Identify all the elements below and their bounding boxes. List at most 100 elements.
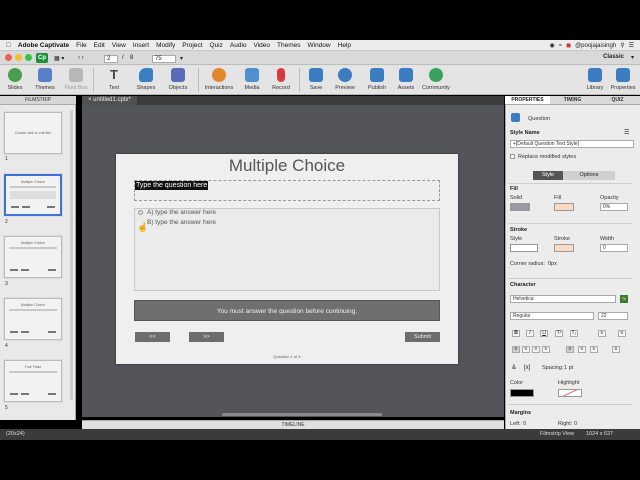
wifi-icon[interactable]: ≈ <box>559 43 562 49</box>
zoom-dropdown-icon[interactable]: ▾ <box>180 55 183 62</box>
save-button[interactable]: Save <box>301 68 331 91</box>
radio-icon[interactable] <box>138 210 143 215</box>
menu-insert[interactable]: Insert <box>133 42 149 49</box>
zoom-field[interactable]: 75 <box>152 55 176 63</box>
subtab-style[interactable]: Style <box>533 171 563 180</box>
style-menu-icon[interactable]: ☰ <box>624 129 629 136</box>
bullets-icon[interactable]: ≡ <box>598 330 606 337</box>
objects-button[interactable]: Objects <box>163 68 193 91</box>
link-icon[interactable]: & <box>512 365 516 371</box>
document-tab[interactable]: × untitled1.cptx* <box>82 96 137 105</box>
chevron-down-icon[interactable]: ▾ <box>631 54 634 61</box>
view-mode[interactable]: Filmstrip View <box>540 429 574 440</box>
slide-thumbnail-1[interactable]: Double click to edit title <box>4 112 62 154</box>
slide-thumbnail-3[interactable]: Multiple Choice <box>4 236 62 278</box>
tab-timing[interactable]: TIMING <box>550 96 595 104</box>
slides-button[interactable]: Slides <box>0 68 30 91</box>
minimize-window-icon[interactable] <box>15 54 22 61</box>
back-button[interactable]: << <box>135 332 170 342</box>
font-size-field[interactable]: 22 <box>598 312 628 320</box>
menu-themes[interactable]: Themes <box>277 42 300 49</box>
slide-title[interactable]: Multiple Choice <box>116 156 458 176</box>
margin-right-value[interactable]: 0 <box>574 421 577 427</box>
corner-radius-value[interactable]: 0px <box>548 261 557 267</box>
stroke-style-dropdown[interactable] <box>510 244 538 252</box>
menu-audio[interactable]: Audio <box>230 42 247 49</box>
apple-icon[interactable]:  <box>6 42 11 49</box>
insert-variable-icon[interactable]: [x] <box>524 365 530 371</box>
answer-b[interactable]: B) type the answer here <box>138 219 216 226</box>
fluid-box-button[interactable]: Fluid Box <box>61 68 91 91</box>
menu-modify[interactable]: Modify <box>156 42 175 49</box>
style-name-dropdown[interactable]: +[Default Question Text Style] <box>510 140 634 148</box>
library-button[interactable]: Library <box>580 68 610 91</box>
search-icon[interactable]: ⚲ <box>620 42 624 49</box>
font-family-dropdown[interactable]: Helvetica <box>510 295 616 303</box>
menu-video[interactable]: Video <box>254 42 271 49</box>
italic-icon[interactable]: I <box>526 330 534 337</box>
workspace-mode[interactable]: Classic <box>603 54 624 60</box>
fill-color-swatch[interactable] <box>554 203 574 211</box>
community-button[interactable]: Community <box>421 68 451 91</box>
shield-icon[interactable]: ◼ <box>566 42 571 49</box>
current-slide-field[interactable]: 2 <box>104 55 118 63</box>
stroke-color-swatch[interactable] <box>554 244 574 252</box>
spacing-value[interactable]: 1 pt <box>564 365 573 371</box>
menu-quiz[interactable]: Quiz <box>210 42 223 49</box>
close-window-icon[interactable] <box>5 54 12 61</box>
publish-button[interactable]: Publish <box>362 68 392 91</box>
answer-a[interactable]: A) type the answer here <box>138 209 216 216</box>
font-weight-dropdown[interactable]: Regular <box>510 312 594 320</box>
zoom-window-icon[interactable] <box>25 54 32 61</box>
themes-button[interactable]: Themes <box>30 68 60 91</box>
stage-scrollbar[interactable] <box>222 413 382 416</box>
typekit-icon[interactable]: Tk <box>620 295 628 303</box>
bold-icon[interactable]: B <box>512 330 520 337</box>
subtab-options[interactable]: Options <box>563 171 615 180</box>
incomplete-message[interactable]: You must answer the question before cont… <box>134 300 440 321</box>
menu-view[interactable]: View <box>112 42 126 49</box>
superscript-icon[interactable]: T² <box>555 330 563 337</box>
menu-edit[interactable]: Edit <box>94 42 105 49</box>
align-left-icon[interactable]: ≡ <box>512 346 520 353</box>
menu-file[interactable]: File <box>76 42 86 49</box>
assets-button[interactable]: Assets <box>391 68 421 91</box>
interactions-button[interactable]: Interactions <box>204 68 234 91</box>
text-button[interactable]: T Text <box>99 68 129 92</box>
question-counter[interactable]: Question 1 of 4 <box>116 354 458 359</box>
page-prev-icon[interactable]: ‹ › <box>78 55 84 61</box>
align-top-icon[interactable]: ≡ <box>566 346 574 353</box>
text-color-swatch[interactable] <box>510 389 534 397</box>
align-right-icon[interactable]: ≡ <box>532 346 540 353</box>
properties-button[interactable]: Properties <box>608 68 638 91</box>
numbering-icon[interactable]: ≡ <box>618 330 626 337</box>
media-button[interactable]: Media <box>237 68 267 91</box>
preview-button[interactable]: Preview <box>330 68 360 91</box>
shapes-button[interactable]: Shapes <box>131 68 161 91</box>
timeline-bar[interactable]: TIMELINE <box>82 420 504 429</box>
menu-list-icon[interactable]: ☰ <box>629 42 634 49</box>
record-button[interactable]: Record <box>266 68 296 91</box>
subscript-icon[interactable]: T₂ <box>570 330 578 337</box>
submit-button[interactable]: Submit <box>405 332 440 342</box>
tab-properties[interactable]: PROPERTIES <box>505 96 550 104</box>
slide-thumbnail-5[interactable]: True False <box>4 360 62 402</box>
highlight-swatch[interactable] <box>558 389 582 397</box>
view-options-icon[interactable]: ▦ ▾ <box>54 55 64 62</box>
next-button[interactable]: >> <box>189 332 224 342</box>
slide-thumbnail-4[interactable]: Multiple Choice <box>4 298 62 340</box>
stroke-width-field[interactable]: 0 <box>600 244 628 252</box>
indent-icon[interactable]: ≡ <box>612 346 620 353</box>
creative-cloud-icon[interactable]: ◉ <box>550 42 555 49</box>
menu-project[interactable]: Project <box>182 42 202 49</box>
slide-thumbnail-2[interactable]: Multiple Choice <box>4 174 62 216</box>
filmstrip-scrollbar[interactable] <box>70 110 73 400</box>
menu-window[interactable]: Window <box>308 42 331 49</box>
menu-help[interactable]: Help <box>338 42 351 49</box>
question-text-box[interactable]: Type the question here <box>134 180 440 201</box>
replace-styles-checkbox[interactable] <box>510 154 515 159</box>
menu-app[interactable]: Adobe Captivate <box>18 42 69 49</box>
opacity-field[interactable]: 0% <box>600 203 628 211</box>
margin-left-value[interactable]: 0 <box>523 421 526 427</box>
tab-quiz[interactable]: QUIZ <box>595 96 640 104</box>
